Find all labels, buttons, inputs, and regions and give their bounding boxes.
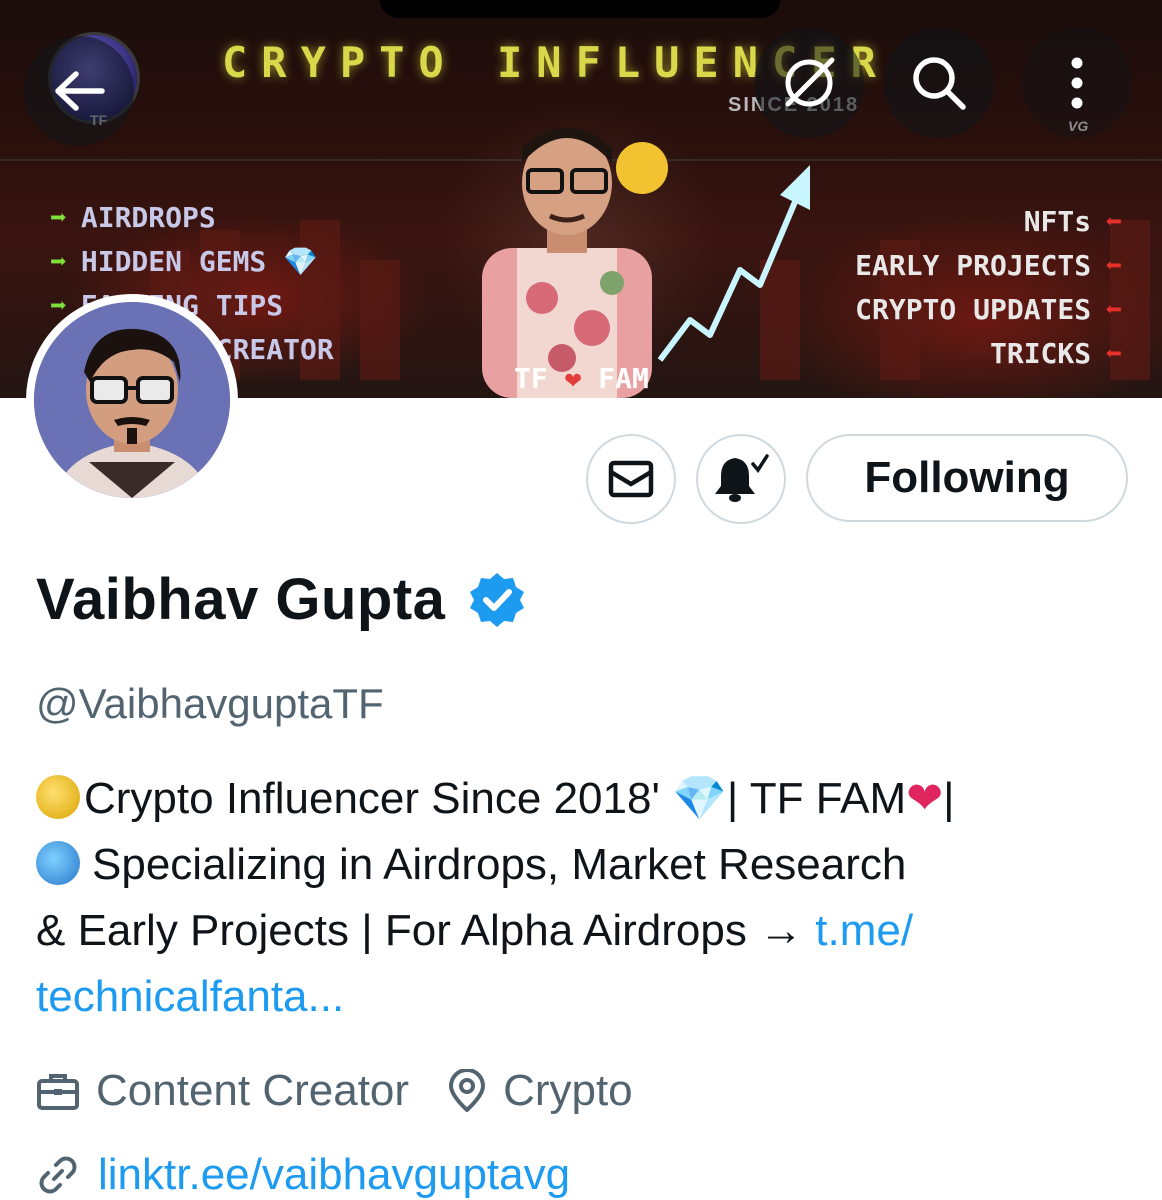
banner-left-item: ➡ HIDDEN GEMS 💎 (50, 245, 319, 278)
following-button[interactable]: Following (806, 434, 1128, 522)
globe-emoji-icon (36, 841, 80, 885)
mail-icon (608, 460, 654, 498)
banner-fam-text: TF ❤ FAM (514, 362, 649, 395)
profile-avatar[interactable] (26, 294, 238, 506)
growth-arrow-icon (657, 165, 810, 362)
arrow-left-icon (55, 71, 105, 111)
back-button[interactable] (24, 36, 134, 146)
avatar-image (34, 302, 230, 498)
location-pin-icon (449, 1069, 486, 1112)
banner-left-item: ➡ AIRDROPS (50, 201, 216, 234)
banner-right-item: EARLY PROJECTS ⬅ (855, 249, 1122, 282)
avatar-illustration (34, 302, 230, 498)
phone-notch (380, 0, 780, 18)
profile-name: Vaibhav Gupta (36, 567, 446, 632)
banner-right-list: NFTs ⬅ EARLY PROJECTS ⬅ CRYPTO UPDATES ⬅ TR… (855, 200, 1122, 376)
profile-bio: Crypto Influencer Since 2018' 💎| TF FAM❤… (36, 766, 1136, 1030)
search-button[interactable] (884, 28, 994, 138)
notifications-button[interactable] (696, 434, 786, 524)
heart-emoji-icon: ❤ (906, 774, 944, 823)
gem-emoji-icon: 💎 (672, 774, 727, 823)
banner-person-image (482, 128, 668, 398)
grok-icon (785, 57, 835, 107)
more-vertical-icon (1071, 57, 1083, 109)
website-link[interactable]: linktr.ee/vaibhavguptavg (98, 1150, 570, 1200)
profession-text: Content Creator (96, 1066, 410, 1115)
bell-check-icon (715, 454, 769, 502)
message-button[interactable] (586, 434, 676, 524)
location-text: Crypto (503, 1066, 633, 1115)
search-icon (913, 57, 966, 110)
profile-meta: Content Creator Crypto (36, 1066, 671, 1116)
bio-link-continued[interactable]: technicalfanta... (36, 972, 344, 1021)
bio-line-4: technicalfanta... (36, 964, 1136, 1030)
profession-item: Content Creator (36, 1066, 409, 1116)
banner-right-item: NFTs ⬅ (1023, 205, 1122, 238)
bio-line-1: Crypto Influencer Since 2018' 💎| TF FAM❤… (36, 766, 1136, 832)
coin-emoji-icon (36, 775, 80, 819)
verified-badge-icon[interactable] (467, 570, 527, 630)
more-options-button[interactable] (1022, 28, 1132, 138)
bio-line-3: & Early Projects | For Alpha Airdrops → … (36, 906, 914, 955)
profile-name-row: Vaibhav Gupta (36, 566, 527, 633)
bio-link[interactable]: t.me/ (815, 906, 913, 955)
grok-button[interactable] (754, 28, 864, 138)
briefcase-icon (37, 1074, 79, 1110)
banner-right-item: CRYPTO UPDATES ⬅ (855, 293, 1122, 326)
website-row: linktr.ee/vaibhavguptavg (36, 1150, 570, 1200)
banner-right-item: TRICKS ⬅ (989, 337, 1122, 370)
link-icon (39, 1156, 77, 1194)
profile-handle: @VaibhavguptaTF (36, 680, 384, 727)
bio-line-2: Specializing in Airdrops, Market Researc… (36, 832, 1136, 898)
location-item: Crypto (447, 1066, 633, 1116)
